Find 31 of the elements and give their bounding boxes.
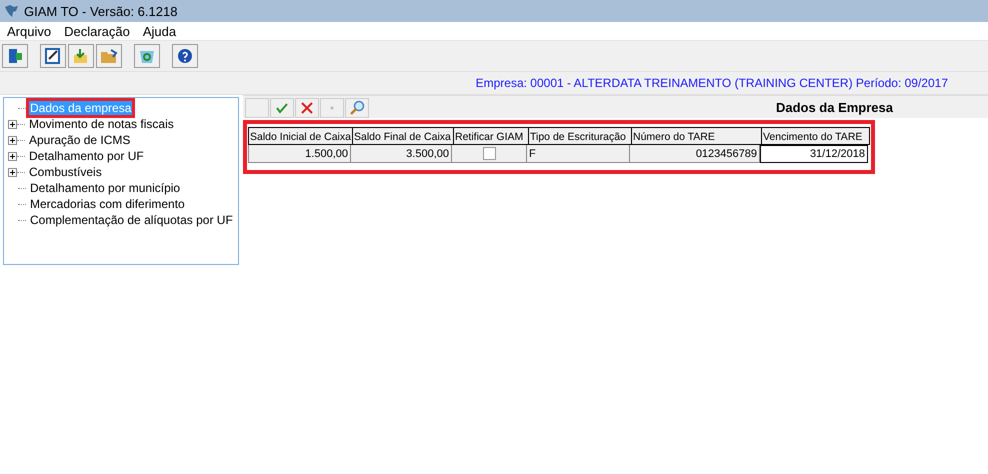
column-header: Vencimento do TARE bbox=[762, 127, 870, 145]
help-icon[interactable] bbox=[172, 44, 198, 68]
exit-door-icon[interactable] bbox=[2, 44, 28, 68]
expand-icon[interactable] bbox=[8, 168, 17, 176]
cancel-icon[interactable] bbox=[295, 98, 319, 118]
expand-icon[interactable] bbox=[8, 152, 17, 160]
search-icon[interactable] bbox=[345, 98, 369, 118]
edit-document-icon[interactable] bbox=[40, 44, 66, 68]
table-cell[interactable]: 31/12/2018 bbox=[760, 145, 868, 163]
table-cell[interactable]: 3.500,00 bbox=[351, 145, 452, 163]
column-header: Número do TARE bbox=[632, 127, 762, 145]
app-icon bbox=[4, 4, 20, 18]
table-cell[interactable]: 0123456789 bbox=[630, 145, 760, 163]
column-header: Saldo Final de Caixa bbox=[352, 127, 454, 145]
column-header: Saldo Inicial de Caixa bbox=[248, 127, 353, 145]
company-info: Empresa: 00001 - ALTERDATA TREINAMENTO (TRAINING CENTER) Período: 09/2017 bbox=[476, 76, 948, 90]
table-cell[interactable]: 1.500,00 bbox=[248, 145, 351, 163]
window-title: GIAM TO - Versão: 6.1218 bbox=[24, 4, 178, 18]
panel-title: Dados da Empresa bbox=[776, 100, 893, 114]
folder-icon[interactable] bbox=[96, 44, 122, 68]
recycle-bin-icon[interactable] bbox=[134, 44, 160, 68]
menu-item[interactable]: Declaração bbox=[64, 24, 130, 38]
column-header: Tipo de Escrituração bbox=[528, 127, 632, 145]
menu-item[interactable]: Arquivo bbox=[7, 24, 52, 38]
column-header: Retificar GIAM bbox=[454, 127, 529, 145]
table-cell[interactable]: F bbox=[527, 145, 630, 163]
check-icon[interactable] bbox=[270, 98, 294, 118]
expand-icon[interactable] bbox=[8, 136, 17, 144]
checkbox[interactable] bbox=[482, 147, 496, 160]
expand-icon[interactable] bbox=[8, 120, 17, 128]
menu-item[interactable]: Ajuda bbox=[142, 24, 176, 38]
